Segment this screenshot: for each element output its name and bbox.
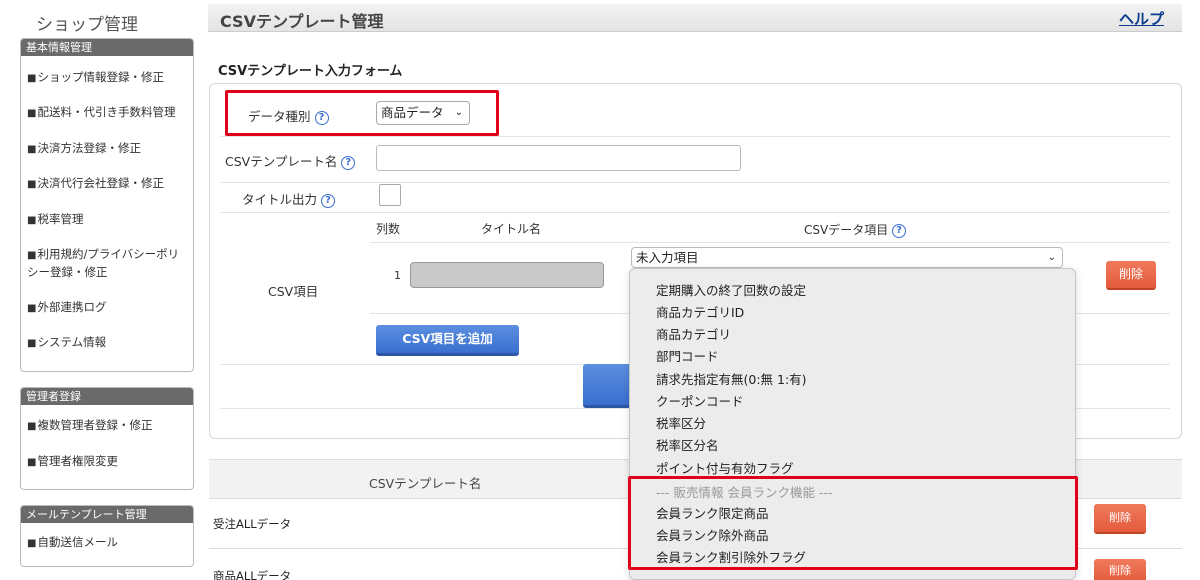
bullet-icon: ■ bbox=[27, 73, 37, 84]
row-number: 1 bbox=[394, 269, 401, 282]
dropdown-option[interactable]: ポイント付与有効フラグ bbox=[656, 458, 794, 477]
bullet-icon: ■ bbox=[27, 538, 37, 549]
sidebar-section-mail: メールテンプレート管理 ■自動送信メール bbox=[20, 505, 194, 567]
row-divider bbox=[220, 136, 1170, 137]
sidebar-item-tax-rate[interactable]: ■税率管理 bbox=[21, 211, 83, 229]
csv-data-item-header: CSVデータ項目 ? bbox=[804, 221, 907, 238]
sidebar-section-heading: 管理者登録 bbox=[21, 388, 193, 405]
title-name-header: タイトル名 bbox=[481, 222, 542, 236]
template-name-column-header: CSVテンプレート名 bbox=[369, 476, 482, 491]
bullet-icon: ■ bbox=[27, 215, 37, 226]
row-divider bbox=[220, 182, 1170, 183]
bullet-icon: ■ bbox=[27, 250, 37, 261]
delete-csv-item-button[interactable]: 削除 bbox=[1106, 261, 1156, 290]
dropdown-option[interactable]: 税率区分名 bbox=[656, 435, 719, 454]
delete-template-button[interactable]: 削除 bbox=[1094, 504, 1146, 534]
template-name[interactable]: 商品ALLデータ bbox=[213, 568, 291, 580]
help-icon[interactable]: ? bbox=[321, 194, 335, 208]
col-count-header: 列数 bbox=[376, 222, 401, 236]
dropdown-option[interactable]: 部門コード bbox=[656, 346, 719, 365]
sidebar-section-admin: 管理者登録 ■複数管理者登録・修正 ■管理者権限変更 bbox=[20, 387, 194, 490]
dropdown-option[interactable]: 商品カテゴリID bbox=[656, 302, 744, 321]
sidebar-item-admin-permission[interactable]: ■管理者権限変更 bbox=[21, 453, 118, 471]
sidebar-item-auto-mail[interactable]: ■自動送信メール bbox=[21, 534, 118, 552]
bullet-icon: ■ bbox=[27, 421, 37, 432]
sidebar-title: ショップ管理 bbox=[36, 15, 138, 35]
dropdown-option[interactable]: 請求先指定有無(0:無 1:有) bbox=[656, 369, 807, 388]
sidebar-item-shipping-fees[interactable]: ■配送料・代引き手数料管理 bbox=[21, 104, 175, 122]
sidebar-section-heading: 基本情報管理 bbox=[21, 39, 193, 56]
sidebar-section-heading: メールテンプレート管理 bbox=[21, 506, 193, 523]
page-title: CSVテンプレート管理 bbox=[220, 12, 384, 31]
sidebar-item-shop-info[interactable]: ■ショップ情報登録・修正 bbox=[21, 69, 164, 87]
csv-item-label: CSV項目 bbox=[268, 284, 319, 299]
help-icon[interactable]: ? bbox=[892, 224, 907, 238]
page: ショップ管理 基本情報管理 ■ショップ情報登録・修正 ■配送料・代引き手数料管理… bbox=[0, 0, 1200, 580]
row-divider bbox=[370, 242, 1170, 243]
form-title: CSVテンプレート入力フォーム bbox=[218, 64, 403, 79]
row-divider bbox=[220, 212, 1170, 213]
highlight-frame bbox=[628, 476, 1078, 570]
template-name-input[interactable] bbox=[376, 145, 741, 171]
title-output-checkbox[interactable] bbox=[379, 184, 401, 206]
add-csv-item-button[interactable]: CSV項目を追加 bbox=[376, 325, 519, 356]
help-link[interactable]: ヘルプ bbox=[1119, 8, 1164, 29]
bullet-icon: ■ bbox=[27, 457, 37, 468]
help-icon[interactable]: ? bbox=[341, 156, 356, 170]
dropdown-option[interactable]: 商品カテゴリ bbox=[656, 324, 731, 343]
bullet-icon: ■ bbox=[27, 144, 37, 155]
sidebar-section-basic: 基本情報管理 ■ショップ情報登録・修正 ■配送料・代引き手数料管理 ■決済方法登… bbox=[20, 38, 194, 372]
sidebar-item-payment-agency[interactable]: ■決済代行会社登録・修正 bbox=[21, 175, 164, 193]
sidebar: ショップ管理 基本情報管理 ■ショップ情報登録・修正 ■配送料・代引き手数料管理… bbox=[0, 0, 200, 580]
bullet-icon: ■ bbox=[27, 179, 37, 190]
bullet-icon: ■ bbox=[27, 303, 37, 314]
sidebar-item-system-info[interactable]: ■システム情報 bbox=[21, 334, 106, 352]
title-name-input[interactable] bbox=[410, 262, 604, 288]
dropdown-option[interactable]: 定期購入の終了回数の設定 bbox=[656, 280, 806, 299]
title-output-label: タイトル出力 ? bbox=[242, 189, 335, 208]
page-header: CSVテンプレート管理 ヘルプ bbox=[208, 4, 1182, 32]
dropdown-option[interactable]: クーポンコード bbox=[656, 391, 744, 410]
sidebar-item-multi-admin[interactable]: ■複数管理者登録・修正 bbox=[21, 417, 152, 435]
highlight-frame bbox=[225, 90, 499, 136]
sidebar-item-external-log[interactable]: ■外部連携ログ bbox=[21, 299, 106, 317]
template-name-label: CSVテンプレート名 ? bbox=[225, 151, 356, 170]
bullet-icon: ■ bbox=[27, 108, 37, 119]
bullet-icon: ■ bbox=[27, 338, 37, 349]
dropdown-option[interactable]: 税率区分 bbox=[656, 413, 706, 432]
delete-template-button[interactable]: 削除 bbox=[1094, 559, 1146, 580]
sidebar-item-terms-privacy[interactable]: ■利用規約/プライバシーポリ シー登録・修正 bbox=[21, 246, 179, 281]
csv-data-item-select[interactable]: 未入力項目 ⌄ bbox=[631, 247, 1063, 268]
chevron-down-icon: ⌄ bbox=[1047, 252, 1056, 263]
template-name[interactable]: 受注ALLデータ bbox=[213, 516, 291, 532]
sidebar-item-payment-methods[interactable]: ■決済方法登録・修正 bbox=[21, 140, 141, 158]
